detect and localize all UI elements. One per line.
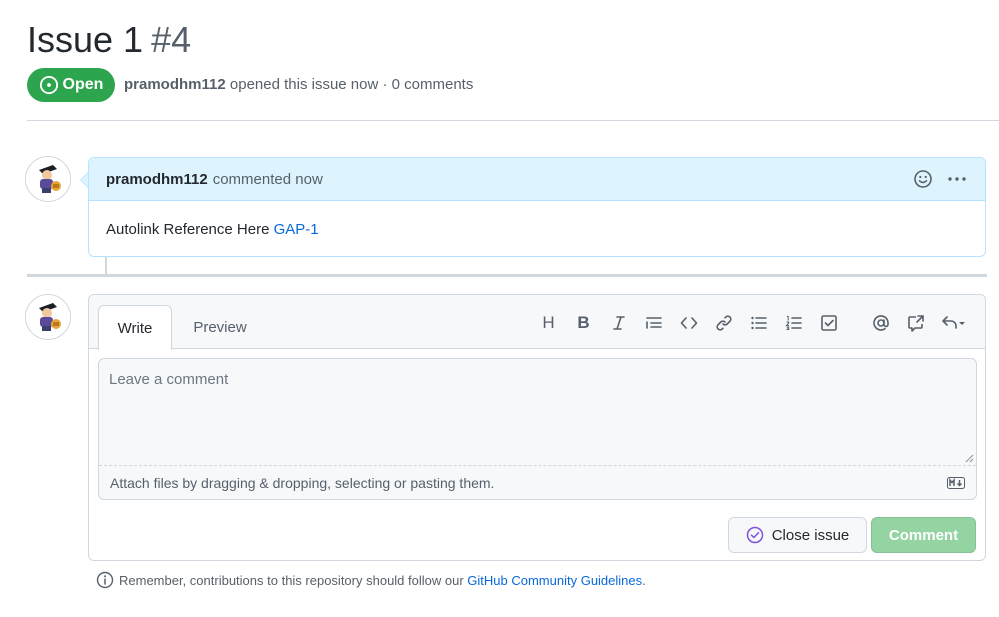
link-icon[interactable] [706, 311, 741, 335]
comment-body: Autolink Reference Here GAP-1 [89, 201, 985, 258]
smiley-icon[interactable] [913, 169, 933, 193]
comment-box: pramodhm112 commented now Autolink Refer… [88, 157, 986, 257]
info-icon [96, 571, 114, 589]
issue-number: #4 [151, 19, 192, 60]
mention-icon[interactable] [863, 311, 898, 335]
contribution-note-suffix: . [642, 572, 646, 588]
resize-handle-icon[interactable] [964, 453, 974, 463]
comment-time[interactable]: commented now [213, 171, 323, 188]
comment-textarea[interactable]: Leave a comment Attach files by dragging… [98, 358, 977, 500]
editor-avatar[interactable] [25, 294, 71, 340]
issue-opened-icon [39, 75, 58, 95]
comment-header: pramodhm112 commented now [89, 158, 985, 201]
comment-author[interactable]: pramodhm112 [106, 171, 208, 188]
close-issue-label: Close issue [771, 526, 850, 544]
task-list-icon[interactable] [811, 311, 846, 335]
issue-meta-text: opened this issue now · 0 comments [229, 76, 474, 93]
italic-icon[interactable] [601, 311, 636, 335]
quote-icon[interactable] [636, 311, 671, 335]
issue-state-label: Open [62, 76, 104, 93]
comment-placeholder: Leave a comment [109, 371, 229, 388]
comment-avatar[interactable] [25, 156, 71, 202]
comment-editor: Write Preview H B Leave a comment Attach… [88, 294, 986, 561]
autolink-reference[interactable]: GAP-1 [274, 221, 319, 238]
close-issue-button[interactable]: Close issue [728, 517, 867, 553]
issue-title-text: Issue 1 [27, 19, 144, 60]
avatar-image-icon [26, 295, 70, 339]
bulleted-list-icon[interactable] [741, 311, 776, 335]
comment-body-text: Autolink Reference Here [106, 221, 274, 238]
kebab-menu-icon[interactable] [947, 169, 967, 193]
attach-files-bar[interactable]: Attach files by dragging & dropping, sel… [99, 465, 976, 499]
markdown-icon[interactable] [947, 477, 965, 489]
markdown-toolbar: H B [531, 311, 846, 335]
timeline-divider [27, 274, 987, 277]
reply-icon[interactable] [933, 311, 973, 335]
issue-state-badge: Open [27, 68, 115, 102]
contribution-note-text: Remember, contributions to this reposito… [119, 572, 468, 588]
heading-button[interactable]: H [531, 311, 566, 335]
numbered-list-icon[interactable] [776, 311, 811, 335]
header-divider [27, 120, 999, 121]
comment-actions [913, 169, 967, 193]
code-icon[interactable] [671, 311, 706, 335]
avatar-image-icon [26, 157, 70, 201]
bold-button[interactable]: B [566, 311, 601, 335]
contribution-note: Remember, contributions to this reposito… [96, 571, 646, 589]
issue-meta: pramodhm112 opened this issue now · 0 co… [124, 75, 473, 95]
cross-reference-icon[interactable] [898, 311, 933, 335]
community-guidelines-link[interactable]: GitHub Community Guidelines [467, 573, 642, 588]
issue-title: Issue 1 #4 [27, 18, 191, 62]
tab-write[interactable]: Write [98, 305, 172, 350]
timeline-line [105, 257, 107, 274]
comment-button[interactable]: Comment [871, 517, 976, 553]
markdown-toolbar-secondary [863, 311, 973, 335]
issue-author-link[interactable]: pramodhm112 [124, 76, 226, 93]
issue-closed-icon [746, 526, 763, 544]
tab-preview[interactable]: Preview [182, 305, 258, 349]
attach-files-text: Attach files by dragging & dropping, sel… [110, 474, 495, 491]
